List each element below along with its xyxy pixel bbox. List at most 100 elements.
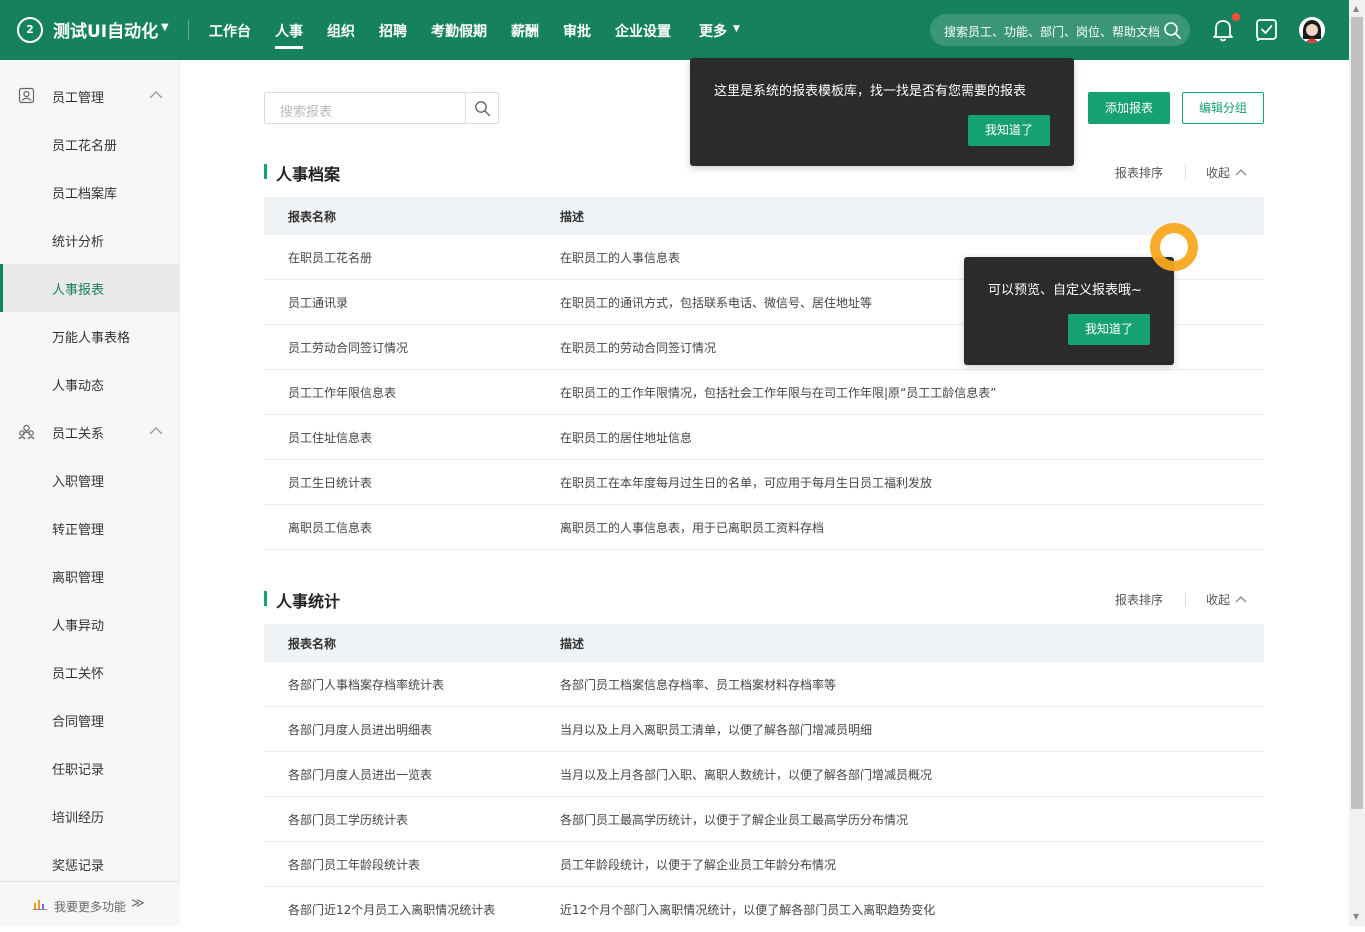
- report-sort-button[interactable]: 报表排序: [1115, 164, 1163, 181]
- sidebar-item-statistics[interactable]: 统计分析: [0, 216, 180, 264]
- section-accent-bar: [264, 591, 267, 606]
- sidebar-item-onboarding[interactable]: 入职管理: [0, 456, 180, 504]
- nav-organization[interactable]: 组织: [327, 21, 355, 41]
- sidebar-item-offboarding[interactable]: 离职管理: [0, 552, 180, 600]
- report-sort-button[interactable]: 报表排序: [1115, 591, 1163, 608]
- nav-active-indicator: [275, 46, 303, 49]
- table-row[interactable]: 员工住址信息表 在职员工的居住地址信息: [264, 415, 1264, 460]
- report-library-guide-tooltip: 这里是系统的报表模板库，找一找是否有您需要的报表 我知道了: [690, 58, 1074, 166]
- nav-recruiting[interactable]: 招聘: [379, 21, 407, 41]
- table-row[interactable]: 员工工作年限信息表 在职员工的工作年限情况，包括社会工作年限与在司工作年限|原“…: [264, 370, 1264, 415]
- got-it-button[interactable]: 我知道了: [968, 115, 1050, 146]
- report-name[interactable]: 各部门员工学历统计表: [288, 811, 408, 828]
- chevron-up-icon[interactable]: [148, 89, 164, 101]
- report-name[interactable]: 离职员工信息表: [288, 519, 372, 536]
- todo-check-icon[interactable]: [1255, 18, 1278, 41]
- add-report-button[interactable]: 添加报表: [1088, 92, 1170, 124]
- table-header: 报表名称 描述: [264, 624, 1264, 662]
- scroll-up-arrow-icon[interactable]: ▲: [1353, 4, 1359, 13]
- report-desc: 在职员工的通讯方式，包括联系电话、微信号、居住地址等: [560, 296, 873, 310]
- search-icon[interactable]: [1162, 20, 1184, 42]
- column-header-desc: 描述: [560, 637, 585, 651]
- sidebar-item-employee-archive[interactable]: 员工档案库: [0, 168, 180, 216]
- tooltip-text: 这里是系统的报表模板库，找一找是否有您需要的报表: [714, 84, 1027, 99]
- nav-approval[interactable]: 审批: [563, 21, 591, 41]
- user-avatar[interactable]: [1299, 17, 1325, 43]
- sidebar-item-regularization[interactable]: 转正管理: [0, 504, 180, 552]
- app-logo-icon[interactable]: 2: [17, 17, 43, 43]
- sidebar-group-employee-management[interactable]: 员工管理: [0, 72, 180, 120]
- report-name[interactable]: 各部门员工年龄段统计表: [288, 856, 420, 873]
- sidebar-item-hr-reports[interactable]: 人事报表: [0, 264, 180, 312]
- nav-attendance[interactable]: 考勤假期: [431, 21, 487, 41]
- chevron-up-icon[interactable]: [1235, 168, 1247, 177]
- sidebar-item-label: 统计分析: [52, 235, 105, 250]
- collapse-section-button[interactable]: 收起: [1206, 591, 1230, 608]
- report-name[interactable]: 各部门月度人员进出一览表: [288, 766, 432, 783]
- report-search-button[interactable]: [465, 93, 499, 123]
- app-name[interactable]: 测试UI自动化: [53, 17, 158, 42]
- report-name[interactable]: 各部门近12个月员工入离职情况统计表: [288, 901, 495, 918]
- report-name[interactable]: 员工通讯录: [288, 294, 348, 311]
- sidebar-item-training[interactable]: 培训经历: [0, 792, 180, 840]
- chevron-up-icon[interactable]: [148, 425, 164, 437]
- sidebar-item-employee-roster[interactable]: 员工花名册: [0, 120, 180, 168]
- report-name[interactable]: 员工工作年限信息表: [288, 384, 396, 401]
- table-row[interactable]: 离职员工信息表 离职员工的人事信息表，用于已离职员工资料存档: [264, 505, 1264, 550]
- more-features-label: 我要更多功能: [54, 900, 127, 914]
- bell-icon[interactable]: [1211, 17, 1235, 43]
- section-action-divider: [1185, 165, 1186, 179]
- sidebar-group-label: 员工管理: [52, 91, 105, 106]
- people-icon: [18, 424, 35, 440]
- sidebar-item-personnel-change[interactable]: 人事异动: [0, 600, 180, 648]
- report-name[interactable]: 各部门月度人员进出明细表: [288, 721, 432, 738]
- report-desc: 员工年龄段统计，以便于了解企业员工年龄分布情况: [560, 858, 837, 872]
- app-switch-caret-icon[interactable]: ▼: [161, 22, 169, 33]
- got-it-button[interactable]: 我知道了: [1068, 314, 1150, 345]
- sidebar-item-hr-activity[interactable]: 人事动态: [0, 360, 180, 408]
- nav-more[interactable]: 更多: [699, 21, 727, 41]
- report-desc: 当月以及上月各部门入职、离职人数统计，以便了解各部门增减员概况: [560, 768, 933, 782]
- report-search-input[interactable]: 搜索报表: [264, 92, 499, 124]
- sidebar-item-label: 人事动态: [52, 379, 105, 394]
- scroll-down-arrow-icon[interactable]: ▼: [1353, 912, 1359, 921]
- guide-hotspot-indicator: [1150, 223, 1198, 271]
- chevron-down-icon[interactable]: ▼: [733, 24, 740, 34]
- section-title: 人事档案: [276, 165, 341, 184]
- sidebar-item-label: 培训经历: [52, 811, 105, 826]
- tooltip-text: 可以预览、自定义报表哦~: [988, 283, 1142, 298]
- table-row[interactable]: 各部门月度人员进出明细表 当月以及上月入离职员工清单，以便了解各部门增减员明细: [264, 707, 1264, 752]
- table-row[interactable]: 各部门近12个月员工入离职情况统计表 近12个月个部门入离职情况统计，以便了解各…: [264, 887, 1264, 932]
- edit-group-button[interactable]: 编辑分组: [1182, 92, 1264, 124]
- active-indicator: [0, 264, 3, 312]
- nav-hr[interactable]: 人事: [275, 21, 303, 41]
- chevron-up-icon[interactable]: [1235, 595, 1247, 604]
- table-row[interactable]: 各部门员工年龄段统计表 员工年龄段统计，以便于了解企业员工年龄分布情况: [264, 842, 1264, 887]
- nav-payroll[interactable]: 薪酬: [511, 21, 539, 41]
- sidebar-item-employee-care[interactable]: 员工关怀: [0, 648, 180, 696]
- report-name[interactable]: 员工劳动合同签订情况: [288, 339, 408, 356]
- collapse-section-button[interactable]: 收起: [1206, 164, 1230, 181]
- table-row[interactable]: 员工生日统计表 在职员工在本年度每月过生日的名单，可应用于每月生日员工福利发放: [264, 460, 1264, 505]
- table-row[interactable]: 各部门人事档案存档率统计表 各部门员工档案信息存档率、员工档案材料存档率等: [264, 662, 1264, 707]
- global-search-input[interactable]: 搜索员工、功能、部门、岗位、帮助文档: [930, 14, 1190, 46]
- table-row[interactable]: 各部门月度人员进出一览表 当月以及上月各部门入职、离职人数统计，以便了解各部门增…: [264, 752, 1264, 797]
- sidebar-item-contracts[interactable]: 合同管理: [0, 696, 180, 744]
- more-features-link[interactable]: 我要更多功能 ≫: [0, 881, 180, 926]
- report-desc: 在职员工的劳动合同签订情况: [560, 341, 717, 355]
- sidebar-group-employee-relations[interactable]: 员工关系: [0, 408, 180, 456]
- sidebar-item-position-records[interactable]: 任职记录: [0, 744, 180, 792]
- nav-enterprise-settings[interactable]: 企业设置: [615, 21, 671, 41]
- sidebar-item-label: 员工档案库: [52, 187, 118, 202]
- nav-workbench[interactable]: 工作台: [209, 21, 251, 41]
- report-name[interactable]: 在职员工花名册: [288, 249, 372, 266]
- scrollbar-thumb[interactable]: [1351, 17, 1363, 809]
- section-accent-bar: [264, 164, 267, 179]
- report-name[interactable]: 各部门人事档案存档率统计表: [288, 676, 444, 693]
- report-name[interactable]: 员工住址信息表: [288, 429, 372, 446]
- bar-chart-icon: [33, 900, 47, 910]
- report-name[interactable]: 员工生日统计表: [288, 474, 372, 491]
- table-row[interactable]: 各部门员工学历统计表 各部门员工最高学历统计，以便于了解企业员工最高学历分布情况: [264, 797, 1264, 842]
- sidebar-item-universal-table[interactable]: 万能人事表格: [0, 312, 180, 360]
- section-action-divider: [1185, 592, 1186, 606]
